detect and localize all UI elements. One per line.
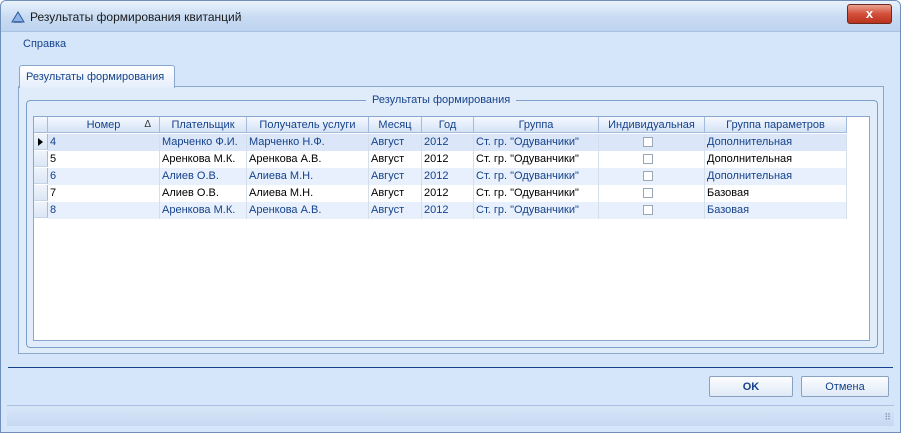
- cell-number[interactable]: 7: [48, 185, 160, 202]
- row-indicator[interactable]: [34, 134, 48, 150]
- column-header-recipient[interactable]: Получатель услуги: [247, 117, 369, 133]
- table-row[interactable]: 6 Алиев О.В. Алиева М.Н. Август 2012 Ст. гр. …: [34, 168, 847, 185]
- cell-recipient[interactable]: Марченко Н.Ф.: [247, 134, 369, 151]
- column-header-individual[interactable]: Индивидуальная: [599, 117, 705, 133]
- resize-grip-icon[interactable]: ⠿: [884, 412, 891, 423]
- cell-number[interactable]: 4: [48, 134, 160, 151]
- cell-year[interactable]: 2012: [422, 151, 474, 168]
- column-header-month[interactable]: Месяц: [369, 117, 422, 133]
- app-icon: [11, 11, 25, 23]
- cell-payer[interactable]: Марченко Ф.И.: [160, 134, 247, 151]
- cell-group[interactable]: Ст. гр. "Одуванчики": [474, 168, 599, 185]
- cell-payer[interactable]: Алиев О.В.: [160, 168, 247, 185]
- column-header-param-group[interactable]: Группа параметров: [705, 117, 847, 133]
- table-row[interactable]: 4 Марченко Ф.И. Марченко Н.Ф. Август 2012 Ст.…: [34, 134, 847, 151]
- results-grid[interactable]: Номер Δ Плательщик Получатель услуги Меся…: [33, 116, 870, 341]
- cell-param-group[interactable]: Дополнительная: [705, 134, 847, 151]
- cell-recipient[interactable]: Алиева М.Н.: [247, 185, 369, 202]
- cell-payer[interactable]: Аренкова М.К.: [160, 151, 247, 168]
- cell-payer[interactable]: Алиев О.В.: [160, 185, 247, 202]
- cell-group[interactable]: Ст. гр. "Одуванчики": [474, 151, 599, 168]
- cell-month[interactable]: Август: [369, 168, 422, 185]
- individual-checkbox[interactable]: [643, 171, 653, 181]
- column-header-payer[interactable]: Плательщик: [160, 117, 247, 133]
- status-bar: ⠿: [7, 405, 894, 426]
- cell-param-group[interactable]: Базовая: [705, 202, 847, 219]
- table-row[interactable]: 8 Аренкова М.К. Аренкова А.В. Август 2012 Ст.…: [34, 202, 847, 219]
- individual-checkbox[interactable]: [643, 154, 653, 164]
- individual-checkbox[interactable]: [643, 205, 653, 215]
- cell-recipient[interactable]: Аренкова А.В.: [247, 151, 369, 168]
- cell-month[interactable]: Август: [369, 134, 422, 151]
- column-header-year[interactable]: Год: [422, 117, 474, 133]
- window-title: Результаты формирования квитанций: [30, 10, 242, 24]
- cell-group[interactable]: Ст. гр. "Одуванчики": [474, 185, 599, 202]
- cell-year[interactable]: 2012: [422, 134, 474, 151]
- menu-bar: Справка: [9, 32, 892, 54]
- row-indicator[interactable]: [34, 151, 48, 167]
- individual-checkbox[interactable]: [643, 188, 653, 198]
- cell-group[interactable]: Ст. гр. "Одуванчики": [474, 202, 599, 219]
- row-indicator[interactable]: [34, 202, 48, 218]
- ok-button[interactable]: OK: [709, 376, 793, 397]
- cell-individual: [599, 185, 705, 202]
- column-header-number[interactable]: Номер Δ: [48, 117, 160, 133]
- cell-year[interactable]: 2012: [422, 202, 474, 219]
- cell-number[interactable]: 5: [48, 151, 160, 168]
- row-indicator[interactable]: [34, 168, 48, 184]
- cell-recipient[interactable]: Аренкова А.В.: [247, 202, 369, 219]
- current-row-arrow-icon: [38, 138, 43, 146]
- sort-ascending-icon: Δ: [144, 119, 151, 130]
- cell-recipient[interactable]: Алиева М.Н.: [247, 168, 369, 185]
- cell-param-group[interactable]: Дополнительная: [705, 151, 847, 168]
- cell-number[interactable]: 8: [48, 202, 160, 219]
- column-header-group[interactable]: Группа: [474, 117, 599, 133]
- cell-individual: [599, 134, 705, 151]
- cell-number[interactable]: 6: [48, 168, 160, 185]
- close-icon: x: [865, 6, 874, 21]
- groupbox-title: Результаты формирования: [366, 94, 517, 106]
- cell-individual: [599, 168, 705, 185]
- cell-individual: [599, 151, 705, 168]
- cell-month[interactable]: Август: [369, 185, 422, 202]
- individual-checkbox[interactable]: [643, 137, 653, 147]
- table-row[interactable]: 5 Аренкова М.К. Аренкова А.В. Август 2012 Ст.…: [34, 151, 847, 168]
- row-indicator[interactable]: [34, 185, 48, 201]
- footer-separator: [8, 367, 893, 368]
- cell-month[interactable]: Август: [369, 151, 422, 168]
- tab-results[interactable]: Результаты формирования: [19, 65, 175, 88]
- cell-payer[interactable]: Аренкова М.К.: [160, 202, 247, 219]
- title-bar[interactable]: Результаты формирования квитанций x: [1, 1, 900, 32]
- cell-individual: [599, 202, 705, 219]
- tab-label: Результаты формирования: [26, 71, 165, 83]
- table-row[interactable]: 7 Алиев О.В. Алиева М.Н. Август 2012 Ст. гр. …: [34, 185, 847, 202]
- close-button[interactable]: x: [847, 4, 892, 24]
- menu-item-help[interactable]: Справка: [23, 38, 66, 50]
- row-indicator-header: [34, 117, 48, 133]
- cell-month[interactable]: Август: [369, 202, 422, 219]
- cell-group[interactable]: Ст. гр. "Одуванчики": [474, 134, 599, 151]
- cell-year[interactable]: 2012: [422, 185, 474, 202]
- cancel-button[interactable]: Отмена: [801, 376, 889, 397]
- cell-year[interactable]: 2012: [422, 168, 474, 185]
- cell-param-group[interactable]: Базовая: [705, 185, 847, 202]
- cell-param-group[interactable]: Дополнительная: [705, 168, 847, 185]
